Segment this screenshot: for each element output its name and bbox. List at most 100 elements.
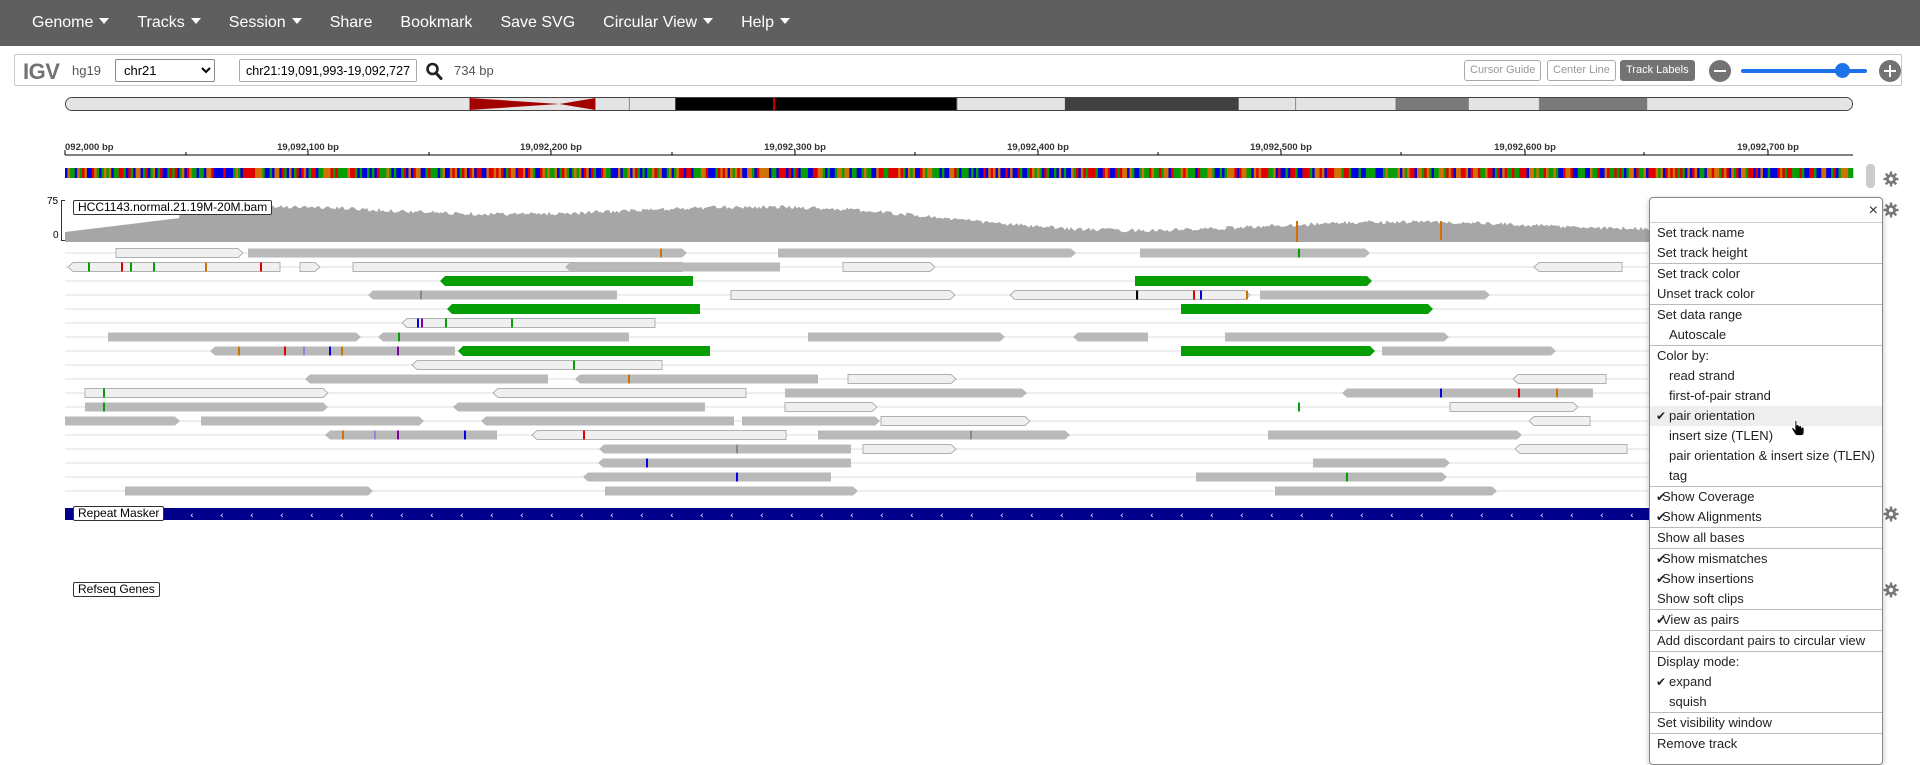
sequence-base xyxy=(1697,168,1700,178)
nav-save-svg[interactable]: Save SVG xyxy=(486,0,589,46)
menu-item-show-alignments[interactable]: ✔ Show Alignments xyxy=(1650,507,1882,527)
menu-item-pair-orientation-insert-size-tlen[interactable]: pair orientation & insert size (TLEN) xyxy=(1650,446,1882,466)
chromosome-ideogram[interactable] xyxy=(65,97,1853,111)
nav-bookmark[interactable]: Bookmark xyxy=(386,0,486,46)
nav-session[interactable]: Session xyxy=(215,0,316,46)
sequence-base xyxy=(1302,168,1306,178)
sequence-base xyxy=(861,168,865,178)
sequence-base xyxy=(1448,168,1452,178)
menu-item-set-visibility-window[interactable]: Set visibility window xyxy=(1650,713,1882,733)
alignment-read xyxy=(108,332,361,342)
nav-genome[interactable]: Genome xyxy=(18,0,123,46)
zoom-slider-thumb[interactable] xyxy=(1834,63,1850,78)
strand-arrow: ‹ xyxy=(760,511,764,521)
sequence-base xyxy=(681,168,685,178)
sequence-base xyxy=(247,168,251,178)
sequence-base xyxy=(1441,168,1445,178)
sequence-base xyxy=(367,168,370,178)
sequence-base xyxy=(856,168,860,178)
nav-tracks[interactable]: Tracks xyxy=(123,0,214,46)
menu-item-autoscale[interactable]: Autoscale xyxy=(1650,325,1882,345)
sequence-base xyxy=(150,168,153,178)
menu-item-show-soft-clips[interactable]: Show soft clips xyxy=(1650,589,1882,609)
mismatch-mark xyxy=(421,318,423,328)
menu-item-unset-track-color[interactable]: Unset track color xyxy=(1650,284,1882,304)
sequence-base xyxy=(301,168,305,178)
sequence-base xyxy=(988,168,991,178)
sequence-base xyxy=(639,168,643,178)
check-icon: ✔ xyxy=(1656,572,1667,586)
menu-item-show-all-bases[interactable]: Show all bases xyxy=(1650,528,1882,548)
genome-label[interactable]: hg19 xyxy=(72,63,101,78)
menu-item-set-track-name[interactable]: Set track name xyxy=(1650,223,1882,243)
mismatch-mark xyxy=(417,318,419,328)
sequence-base xyxy=(1151,168,1155,178)
sequence-base xyxy=(1631,168,1635,178)
sequence-base xyxy=(1300,168,1303,178)
sequence-base xyxy=(817,168,821,178)
menu-item-show-mismatches[interactable]: ✔ Show mismatches xyxy=(1650,549,1882,569)
menu-item-insert-size-tlen[interactable]: insert size (TLEN) xyxy=(1650,426,1882,446)
refseq-track-gear-icon[interactable] xyxy=(1883,582,1899,598)
center-line-button[interactable]: Center Line xyxy=(1547,60,1616,81)
sequence-base xyxy=(576,168,580,178)
sequence-base xyxy=(642,168,646,178)
menu-item-show-insertions[interactable]: ✔ Show insertions xyxy=(1650,569,1882,589)
strand-arrow: ‹ xyxy=(400,511,404,521)
menu-item-squish[interactable]: squish xyxy=(1650,692,1882,712)
sequence-base xyxy=(1524,168,1527,178)
sequence-track-scrollbar[interactable] xyxy=(1866,164,1875,188)
menu-item-expand[interactable]: ✔ expand xyxy=(1650,672,1882,692)
alignment-track-gear-icon[interactable] xyxy=(1883,202,1899,218)
sequence-track-gear-icon[interactable] xyxy=(1883,171,1899,187)
nav-help[interactable]: Help xyxy=(727,0,804,46)
sequence-base xyxy=(834,168,838,178)
menu-item-tag[interactable]: tag xyxy=(1650,466,1882,486)
menu-item-add-discordant-pairs-to-circular-view[interactable]: Add discordant pairs to circular view xyxy=(1650,631,1882,651)
sequence-base xyxy=(320,168,324,178)
sequence-base xyxy=(559,168,563,178)
search-icon[interactable] xyxy=(425,61,443,81)
sequence-base xyxy=(1477,168,1481,178)
repeat-track-gear-icon[interactable] xyxy=(1883,506,1899,522)
menu-item-read-strand[interactable]: read strand xyxy=(1650,366,1882,386)
menu-item-remove-track[interactable]: Remove track xyxy=(1650,734,1882,754)
menu-item-view-as-pairs[interactable]: ✔ View as pairs xyxy=(1650,610,1882,630)
sequence-base xyxy=(1641,168,1644,178)
mismatch-mark xyxy=(736,444,738,454)
zoom-in-button[interactable] xyxy=(1879,60,1901,82)
menu-item-set-track-height[interactable]: Set track height xyxy=(1650,243,1882,263)
track-labels-button[interactable]: Track Labels xyxy=(1620,60,1695,81)
track-panel[interactable]: 092,000 bp 19,092,100 bp 19,092,200 bp 19,0… xyxy=(0,0,1920,765)
close-icon[interactable]: × xyxy=(1869,203,1878,219)
sequence-base xyxy=(666,168,670,178)
menu-item-show-coverage[interactable]: ✔ Show Coverage xyxy=(1650,487,1882,507)
locus-search-input[interactable] xyxy=(239,59,417,82)
sequence-base xyxy=(155,168,158,178)
sequence-base xyxy=(1329,168,1333,178)
sequence-base xyxy=(1158,168,1162,178)
chromosome-select[interactable]: chr21 xyxy=(115,59,215,82)
sequence-base xyxy=(1351,168,1354,178)
menu-item-first-of-pair-strand[interactable]: first-of-pair strand xyxy=(1650,386,1882,406)
sequence-base xyxy=(1614,168,1618,178)
sequence-base xyxy=(1487,168,1491,178)
menu-item-set-track-color[interactable]: Set track color xyxy=(1650,264,1882,284)
mismatch-mark xyxy=(153,262,155,272)
sequence-base xyxy=(1287,168,1291,178)
sequence-base xyxy=(240,168,244,178)
sequence-base xyxy=(1285,168,1289,178)
sequence-base xyxy=(445,168,448,178)
sequence-base xyxy=(1010,168,1013,178)
sequence-base xyxy=(1317,168,1320,178)
zoom-out-button[interactable] xyxy=(1709,60,1731,82)
nav-share[interactable]: Share xyxy=(316,0,387,46)
sequence-base xyxy=(708,168,711,178)
cursor-guide-button[interactable]: Cursor Guide xyxy=(1464,60,1542,81)
nav-circular-view[interactable]: Circular View xyxy=(589,0,727,46)
sequence-base xyxy=(1426,168,1430,178)
menu-item-pair-orientation[interactable]: ✔ pair orientation xyxy=(1650,406,1882,426)
mismatch-mark xyxy=(398,332,400,342)
sequence-base xyxy=(1465,168,1469,178)
menu-item-set-data-range[interactable]: Set data range xyxy=(1650,305,1882,325)
